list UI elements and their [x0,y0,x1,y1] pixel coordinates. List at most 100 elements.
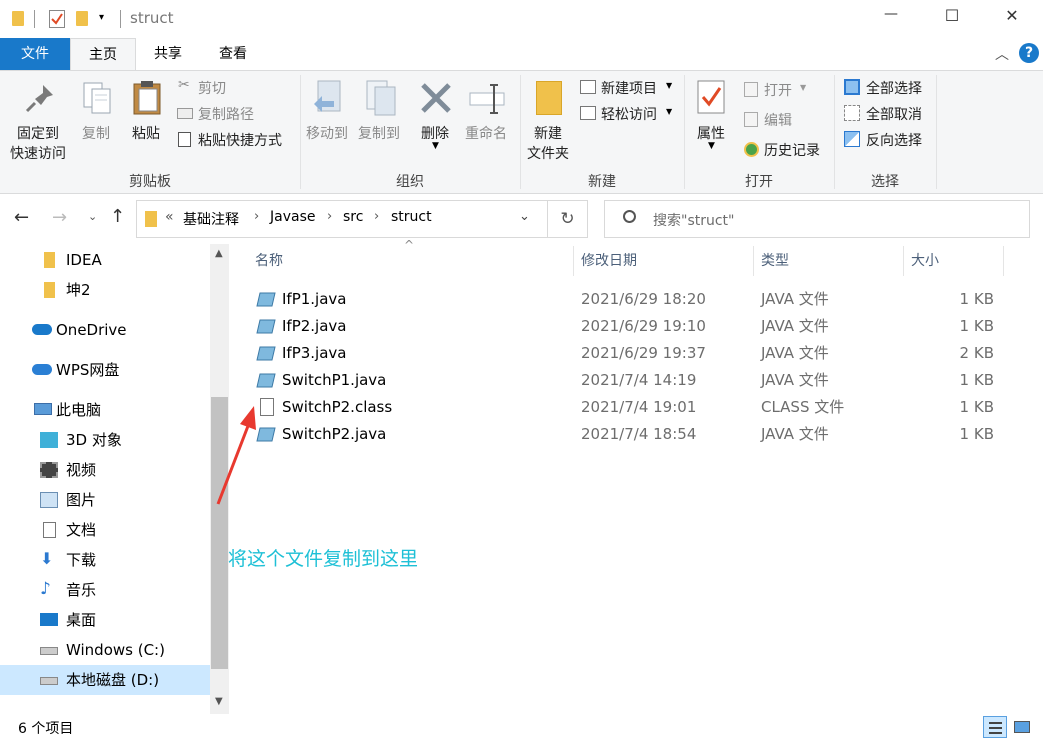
open-button[interactable]: 打开 ▼ [742,79,832,101]
nav-item-this-pc[interactable]: 此电脑 [0,395,210,425]
copy-path-button[interactable]: 复制路径 [176,103,296,125]
help-icon[interactable]: ? [1019,43,1039,63]
divider[interactable] [573,246,574,276]
paste-shortcut-button[interactable]: 粘贴快捷方式 [176,129,296,151]
column-header-name[interactable]: 名称 [255,244,283,278]
nav-item-videos[interactable]: 视频 [0,455,210,485]
nav-item-desktop[interactable]: 桌面 [0,605,210,635]
move-to-icon [314,80,341,112]
file-name: SwitchP2.java [282,425,387,443]
nav-label: 视频 [66,461,97,479]
back-button[interactable]: ← [14,207,29,228]
column-header-type[interactable]: 类型 [761,244,789,278]
tab-view[interactable]: 查看 [205,38,261,70]
open-group-label: 打开 [745,174,773,190]
chevron-right-icon[interactable]: › [374,209,379,224]
collapse-ribbon-icon[interactable]: ︿ [995,44,1009,64]
nav-item-downloads[interactable]: ⬇ 下载 [0,545,210,575]
search-box[interactable]: 搜索"struct" [604,200,1030,238]
new-folder-quick-icon[interactable] [76,11,88,26]
nav-label: 3D 对象 [66,431,122,449]
breadcrumb-item[interactable]: Javase [270,209,315,225]
cloud-icon [32,364,52,375]
tab-share[interactable]: 共享 [140,38,196,70]
breadcrumb-overflow[interactable]: « [165,209,174,225]
column-header-size[interactable]: 大小 [911,244,939,278]
scroll-up-icon[interactable]: ▲ [215,248,223,259]
tab-file[interactable]: 文件 [0,38,70,70]
recent-locations-icon[interactable]: ⌄ [88,210,97,223]
properties-quick-icon[interactable] [49,10,65,28]
nav-item-kun2[interactable]: 坤2 [0,275,210,305]
file-name: IfP1.java [282,290,347,308]
nav-item-onedrive[interactable]: OneDrive [0,315,210,345]
file-row[interactable]: IfP2.java 2021/6/29 19:10 JAVA 文件 1 KB [240,313,1020,340]
nav-item-wps[interactable]: WPS网盘 [0,355,210,385]
file-row[interactable]: SwitchP1.java 2021/7/4 14:19 JAVA 文件 1 K… [240,367,1020,394]
easy-access-button[interactable]: 轻松访问 ▼ [578,103,678,125]
large-icons-view-icon[interactable] [1012,718,1032,736]
nav-item-drive-d[interactable]: 本地磁盘 (D:) [0,665,210,695]
new-item-button[interactable]: 新建项目 ▼ [578,77,678,99]
address-dropdown-icon[interactable]: ⌄ [519,209,530,224]
file-row[interactable]: IfP1.java 2021/6/29 18:20 JAVA 文件 1 KB [240,286,1020,313]
address-bar[interactable]: « 基础注释 › Javase › src › struct ⌄ [136,200,548,238]
new-folder-button[interactable]: 新建 文件夹 [524,79,576,165]
delete-icon [421,83,451,113]
chevron-down-icon: ▼ [432,141,439,151]
nav-item-3d[interactable]: 3D 对象 [0,425,210,455]
minimize-button[interactable]: — [868,6,914,22]
copy-button[interactable]: 复制 [80,79,116,149]
breadcrumb-item[interactable]: 基础注释 [183,209,239,229]
nav-item-idea[interactable]: IDEA [0,245,210,275]
chevron-right-icon[interactable]: › [327,209,332,224]
divider[interactable] [753,246,754,276]
up-button[interactable]: ↑ [110,206,125,227]
refresh-button[interactable]: ↻ [548,200,588,238]
invert-selection-button[interactable]: 反向选择 [842,129,934,151]
properties-button[interactable]: 属性 ▼ [688,79,736,165]
new-folder-icon [536,81,562,115]
history-button[interactable]: 历史记录 [742,139,834,161]
details-view-icon[interactable] [983,716,1007,738]
move-to-button[interactable]: 移动到 [304,79,356,159]
window-title: struct [130,9,174,27]
edit-button[interactable]: 编辑 [742,109,832,131]
scroll-down-icon[interactable]: ▼ [215,696,223,707]
nav-label: 音乐 [66,581,97,599]
file-name: SwitchP1.java [282,371,387,389]
cut-button[interactable]: ✂ 剪切 [176,77,296,99]
select-all-button[interactable]: 全部选择 [842,77,934,99]
nav-item-pictures[interactable]: 图片 [0,485,210,515]
chevron-right-icon[interactable]: › [254,209,259,224]
delete-button[interactable]: 删除 ▼ [416,79,456,159]
file-row[interactable]: SwitchP2.java 2021/7/4 18:54 JAVA 文件 1 K… [240,421,1020,448]
copy-path-icon [177,108,193,119]
maximize-button[interactable]: ☐ [929,6,975,25]
close-button[interactable]: ✕ [989,6,1035,25]
tab-home[interactable]: 主页 [70,38,136,71]
breadcrumb-item[interactable]: struct [391,209,432,225]
customize-quick-access-icon[interactable]: ▾ [99,12,104,23]
nav-label: 坤2 [66,281,91,299]
new-item-icon [580,80,596,94]
breadcrumb-item[interactable]: src [343,209,363,225]
divider[interactable] [1003,246,1004,276]
column-header-date[interactable]: 修改日期 [581,244,637,278]
nav-item-drive-c[interactable]: Windows (C:) [0,635,210,665]
select-none-button[interactable]: 全部取消 [842,103,934,125]
nav-item-music[interactable]: ♪ 音乐 [0,575,210,605]
paste-button[interactable]: 粘贴 [128,79,168,149]
annotation-text: 将这个文件复制到这里 [228,548,419,570]
paste-shortcut-label: 粘贴快捷方式 [198,133,282,149]
nav-item-documents[interactable]: 文档 [0,515,210,545]
copy-to-button[interactable]: 复制到 [356,79,408,159]
forward-button[interactable]: → [52,207,67,228]
pin-quick-access-button[interactable]: 固定到 快速访问 [6,79,74,167]
file-row[interactable]: IfP3.java 2021/6/29 19:37 JAVA 文件 2 KB [240,340,1020,367]
nav-label: 本地磁盘 (D:) [66,671,160,689]
file-row[interactable]: SwitchP2.class 2021/7/4 19:01 CLASS 文件 1… [240,394,1020,421]
open-icon [744,82,758,97]
divider[interactable] [903,246,904,276]
rename-button[interactable]: 重命名 [462,79,516,159]
